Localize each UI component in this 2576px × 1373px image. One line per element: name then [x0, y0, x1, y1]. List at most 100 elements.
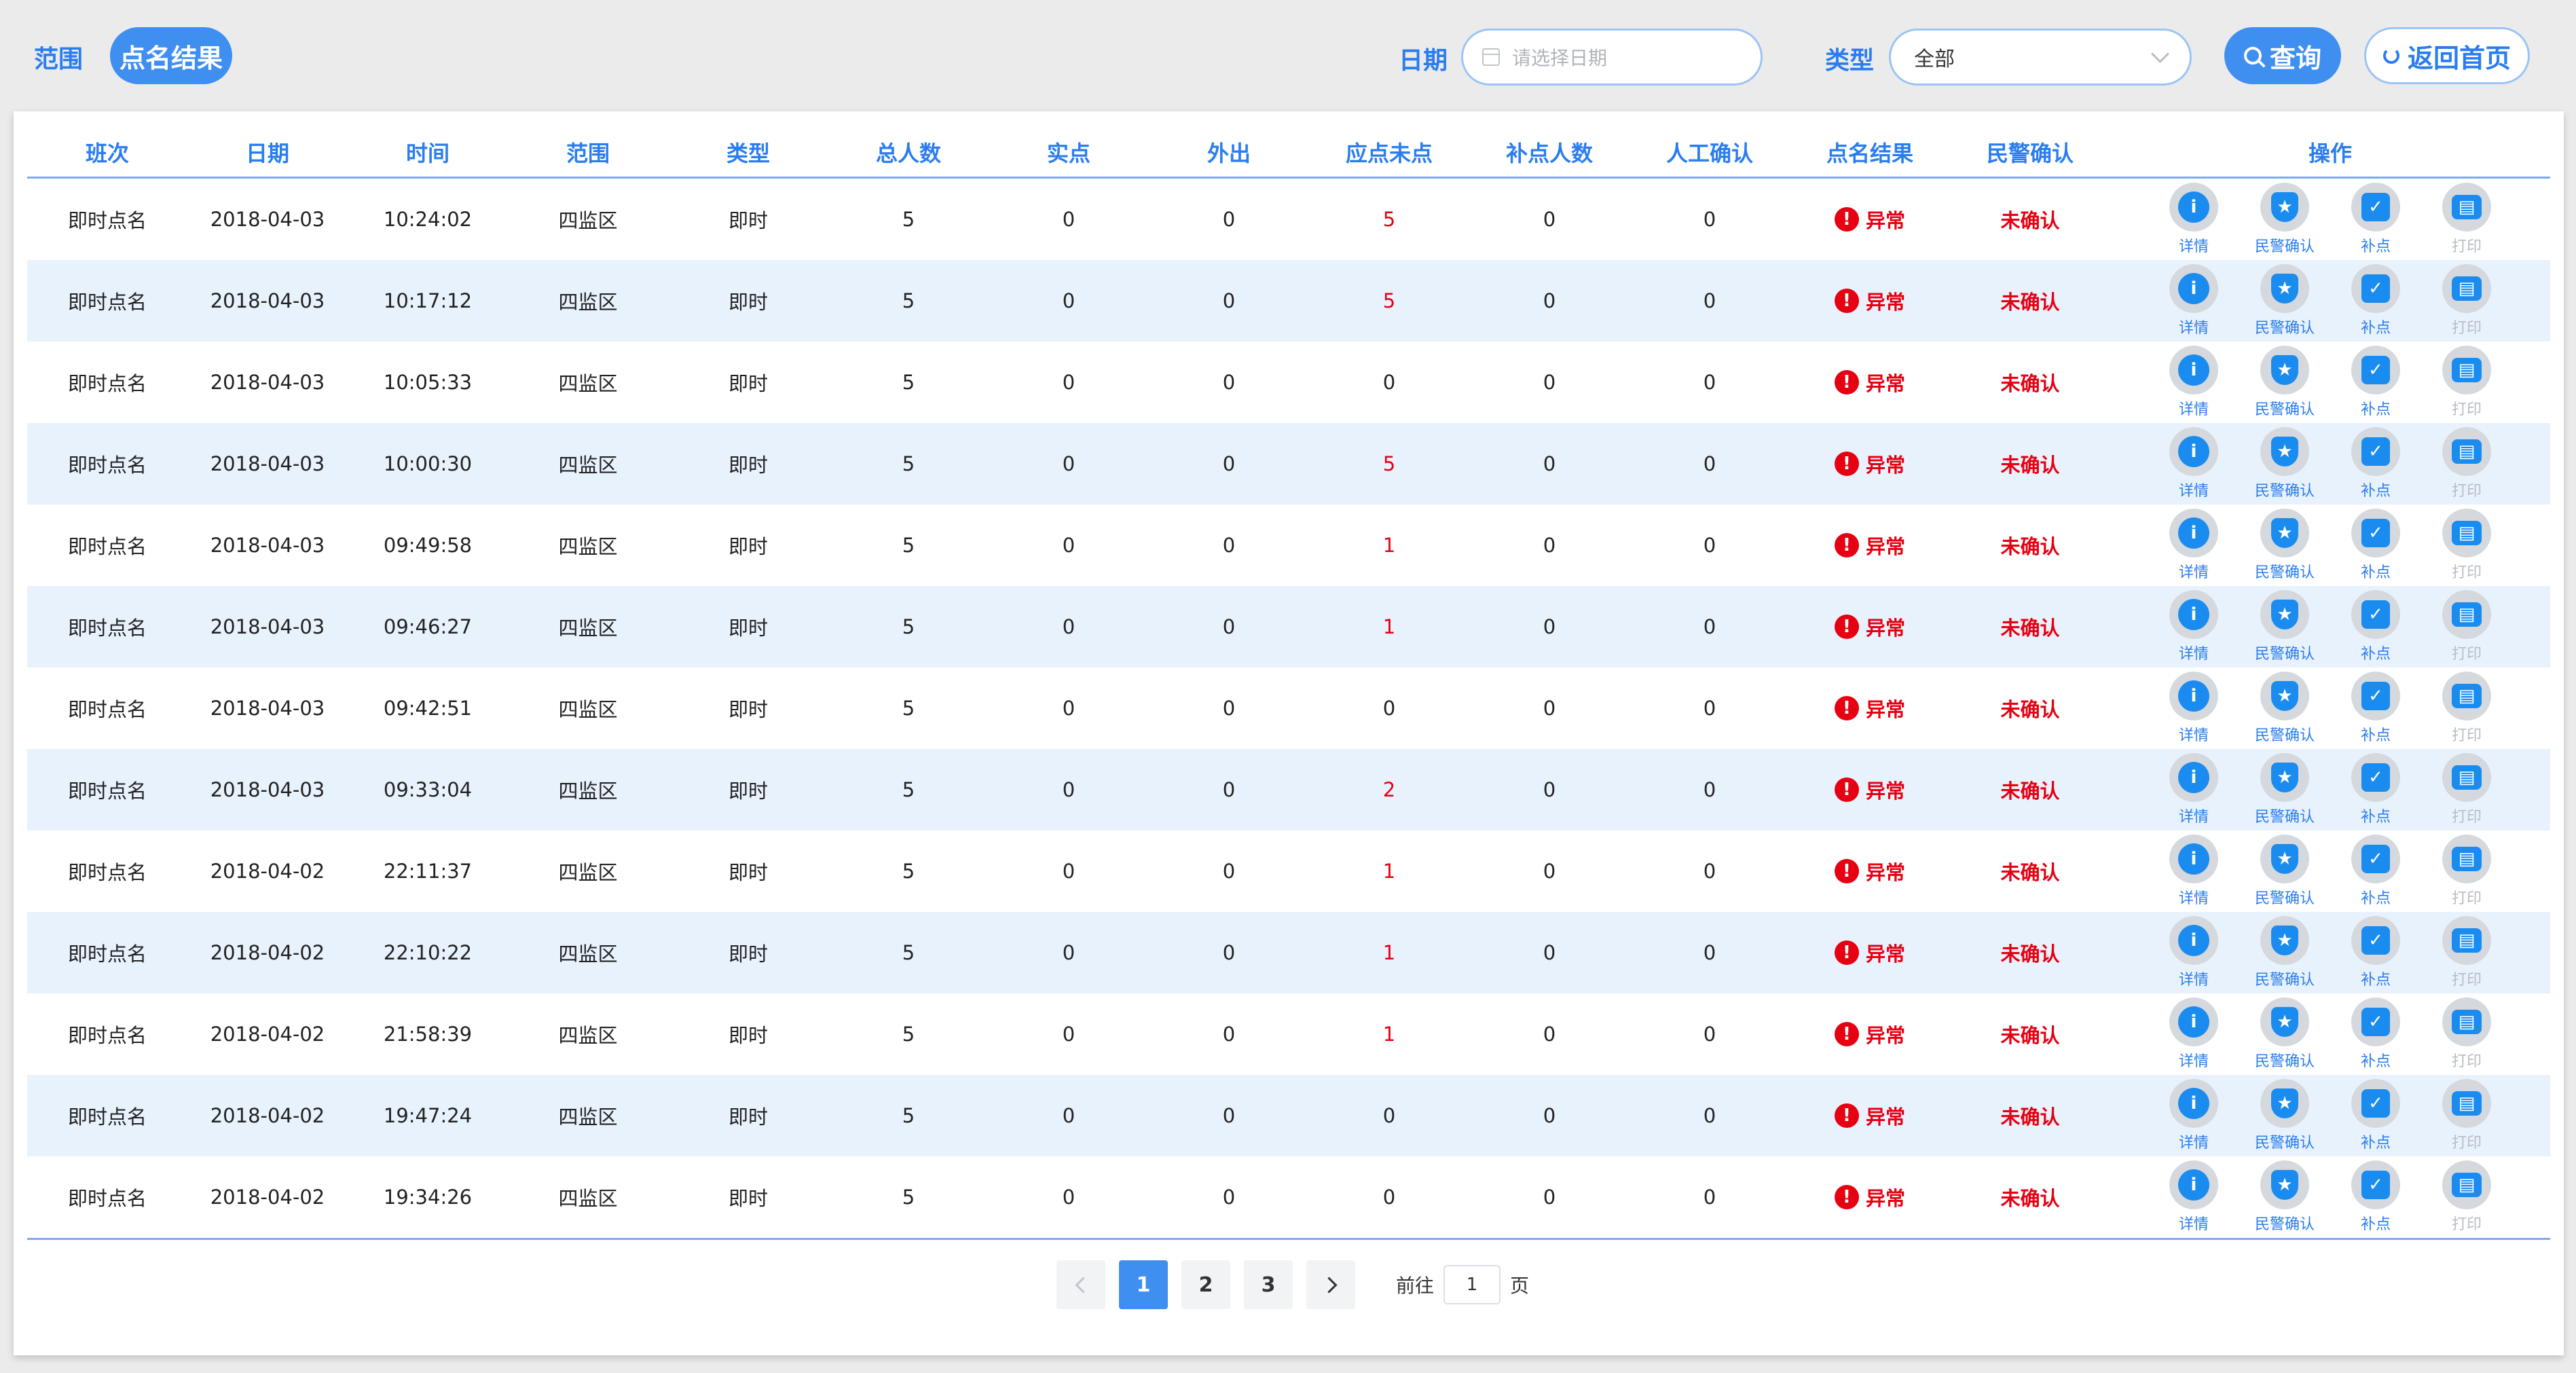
detail-button[interactable]: i 详情 — [2161, 346, 2226, 419]
results-panel: 班次 日期 时间 范围 类型 总人数 实点 外出 应点未点 补点人数 人工确认 点名结果 民警确认 操作 … — [14, 111, 2564, 1355]
police-confirm-button[interactable]: ★ 民警确认 — [2252, 835, 2317, 908]
detail-button[interactable]: i 详情 — [2161, 590, 2226, 663]
cell-out: 0 — [1222, 860, 1236, 883]
detail-button[interactable]: i 详情 — [2161, 427, 2226, 500]
detail-button[interactable]: i 详情 — [2161, 264, 2226, 337]
printer-icon: ▤ — [2442, 672, 2491, 720]
supplement-button[interactable]: ✓ 补点 — [2343, 835, 2408, 908]
cell-result: ! 异常 — [1790, 938, 1950, 967]
print-button[interactable]: ▤ 打印 — [2434, 590, 2499, 663]
supplement-button[interactable]: ✓ 补点 — [2343, 509, 2408, 582]
print-button[interactable]: ▤ 打印 — [2434, 346, 2499, 419]
police-confirm-button[interactable]: ★ 民警确认 — [2252, 509, 2317, 582]
cell-manual-confirm: 0 — [1703, 371, 1716, 394]
police-confirm-button[interactable]: ★ 民警确认 — [2252, 1079, 2317, 1152]
query-button[interactable]: 查询 — [2224, 27, 2341, 84]
printer-icon-glyph: ▤ — [2452, 765, 2482, 790]
print-button-label: 打印 — [2451, 972, 2482, 989]
police-confirm-button[interactable]: ★ 民警确认 — [2252, 672, 2317, 745]
cell-actual: 0 — [1062, 615, 1075, 638]
detail-button[interactable]: i 详情 — [2161, 916, 2226, 989]
supplement-button[interactable]: ✓ 补点 — [2343, 427, 2408, 500]
header-shift: 班次 — [85, 141, 129, 166]
header-ops: 操作 — [2308, 141, 2352, 166]
print-button[interactable]: ▤ 打印 — [2434, 997, 2499, 1071]
cell-type: 即时 — [728, 942, 768, 966]
alert-icon: ! — [1834, 1022, 1859, 1046]
print-button[interactable]: ▤ 打印 — [2434, 264, 2499, 337]
cell-result: ! 异常 — [1790, 857, 1950, 885]
next-page-button[interactable] — [1306, 1260, 1355, 1309]
cell-shift: 即时点名 — [67, 1187, 147, 1210]
supplement-button[interactable]: ✓ 补点 — [2343, 672, 2408, 745]
status-text: 异常 — [1865, 942, 1905, 966]
type-select[interactable]: 全部 — [1889, 29, 2192, 86]
detail-button[interactable]: i 详情 — [2161, 753, 2226, 826]
print-button[interactable]: ▤ 打印 — [2434, 509, 2499, 582]
police-confirm-button[interactable]: ★ 民警确认 — [2252, 346, 2317, 419]
detail-button[interactable]: i 详情 — [2161, 1160, 2226, 1234]
detail-button-label: 详情 — [2178, 890, 2209, 907]
detail-button[interactable]: i 详情 — [2161, 509, 2226, 582]
info-icon: i — [2169, 509, 2218, 557]
prev-page-button[interactable] — [1056, 1260, 1105, 1309]
goto-page-input[interactable]: 1 — [1443, 1265, 1501, 1304]
shield-icon: ★ — [2260, 509, 2309, 557]
shield-icon-glyph: ★ — [2271, 844, 2298, 874]
checkbox-icon-glyph: ✓ — [2361, 356, 2390, 384]
print-button[interactable]: ▤ 打印 — [2434, 183, 2499, 256]
print-button-label: 打印 — [2451, 1216, 2482, 1233]
back-home-button[interactable]: 返回首页 — [2364, 27, 2530, 84]
police-confirm-button[interactable]: ★ 民警确认 — [2252, 1160, 2317, 1234]
cell-shift: 即时点名 — [67, 1024, 147, 1047]
supplement-button[interactable]: ✓ 补点 — [2343, 1079, 2408, 1152]
supplement-button[interactable]: ✓ 补点 — [2343, 183, 2408, 256]
supplement-button[interactable]: ✓ 补点 — [2343, 264, 2408, 337]
cell-ops: i 详情 ★ 民警确认 ✓ 补点 ▤ 打印 — [2110, 916, 2550, 989]
detail-button[interactable]: i 详情 — [2161, 672, 2226, 745]
police-confirm-button[interactable]: ★ 民警确认 — [2252, 264, 2317, 337]
cell-ops: i 详情 ★ 民警确认 ✓ 补点 ▤ 打印 — [2110, 183, 2550, 256]
print-button-label: 打印 — [2451, 401, 2482, 418]
detail-button[interactable]: i 详情 — [2161, 835, 2226, 908]
checkbox-icon-glyph: ✓ — [2361, 1171, 2390, 1199]
status-badge: ! 异常 — [1790, 287, 1950, 315]
page-button-3[interactable]: 3 — [1244, 1260, 1293, 1309]
detail-button[interactable]: i 详情 — [2161, 997, 2226, 1071]
supplement-button[interactable]: ✓ 补点 — [2343, 997, 2408, 1071]
print-button[interactable]: ▤ 打印 — [2434, 1160, 2499, 1234]
police-confirm-button[interactable]: ★ 民警确认 — [2252, 590, 2317, 663]
supplement-button[interactable]: ✓ 补点 — [2343, 916, 2408, 989]
police-confirm-button[interactable]: ★ 民警确认 — [2252, 183, 2317, 256]
print-button[interactable]: ▤ 打印 — [2434, 753, 2499, 826]
police-confirm-button[interactable]: ★ 民警确认 — [2252, 753, 2317, 826]
print-button[interactable]: ▤ 打印 — [2434, 1079, 2499, 1152]
print-button[interactable]: ▤ 打印 — [2434, 835, 2499, 908]
shield-icon: ★ — [2260, 916, 2309, 965]
row-actions: i 详情 ★ 民警确认 ✓ 补点 ▤ 打印 — [2110, 1079, 2550, 1152]
header-out: 外出 — [1207, 141, 1251, 166]
printer-icon-glyph: ▤ — [2452, 1010, 2482, 1034]
printer-icon: ▤ — [2442, 916, 2491, 965]
print-button[interactable]: ▤ 打印 — [2434, 916, 2499, 989]
date-picker-input[interactable]: 请选择日期 — [1461, 29, 1763, 86]
page-button-1[interactable]: 1 — [1119, 1260, 1168, 1309]
page-button-2[interactable]: 2 — [1181, 1260, 1230, 1309]
cell-ops: i 详情 ★ 民警确认 ✓ 补点 ▤ 打印 — [2110, 672, 2550, 745]
police-confirm-button[interactable]: ★ 民警确认 — [2252, 997, 2317, 1071]
info-icon: i — [2169, 916, 2218, 965]
cell-date: 2018-04-03 — [210, 289, 325, 312]
nav-tab-rollcall-result[interactable]: 点名结果 — [110, 27, 232, 84]
supplement-button[interactable]: ✓ 补点 — [2343, 1160, 2408, 1234]
nav-scope-link[interactable]: 范围 — [34, 39, 83, 75]
print-button[interactable]: ▤ 打印 — [2434, 427, 2499, 500]
print-button[interactable]: ▤ 打印 — [2434, 672, 2499, 745]
supplement-button[interactable]: ✓ 补点 — [2343, 753, 2408, 826]
police-confirm-button[interactable]: ★ 民警确认 — [2252, 916, 2317, 989]
police-confirm-button[interactable]: ★ 民警确认 — [2252, 427, 2317, 500]
query-button-label: 查询 — [2269, 43, 2321, 73]
detail-button[interactable]: i 详情 — [2161, 1079, 2226, 1152]
supplement-button[interactable]: ✓ 补点 — [2343, 590, 2408, 663]
detail-button[interactable]: i 详情 — [2161, 183, 2226, 256]
supplement-button[interactable]: ✓ 补点 — [2343, 346, 2408, 419]
